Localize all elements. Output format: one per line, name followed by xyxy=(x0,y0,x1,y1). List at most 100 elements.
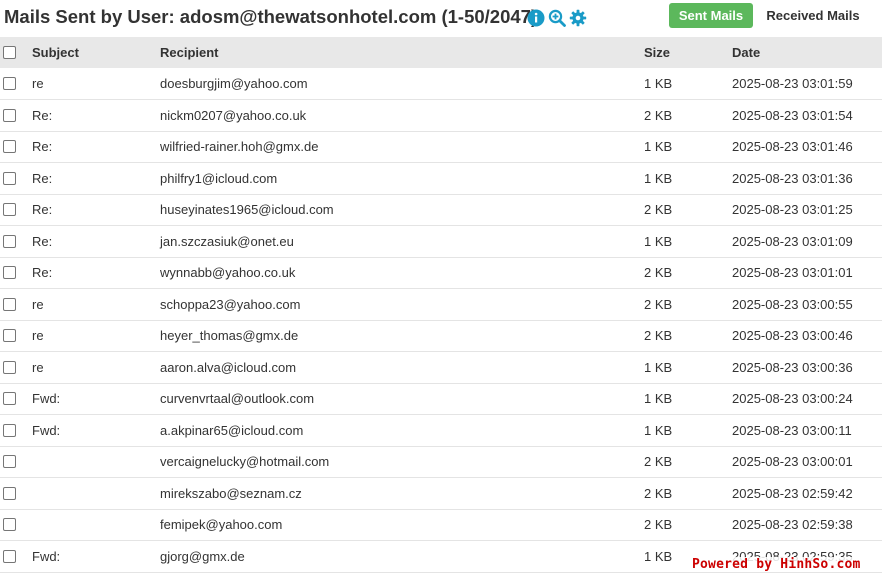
cell-date: 2025-08-23 03:00:11 xyxy=(732,422,852,438)
cell-subject: Re: xyxy=(32,202,53,218)
cell-recipient: wilfried-rainer.hoh@gmx.de xyxy=(160,139,319,155)
row-select-cell xyxy=(0,509,32,541)
cell-subject xyxy=(32,446,160,478)
column-header-subject[interactable]: Subject xyxy=(32,37,160,68)
row-checkbox[interactable] xyxy=(3,360,16,374)
cell-size: 2 KB xyxy=(644,265,673,281)
cell-recipient: femipek@yahoo.com xyxy=(160,517,283,533)
row-checkbox[interactable] xyxy=(3,455,16,469)
row-select-cell xyxy=(0,194,32,226)
cell-date: 2025-08-23 02:59:42 xyxy=(732,485,853,501)
page-header: Mails Sent by User: adosm@thewatsonhotel… xyxy=(0,0,882,36)
row-checkbox[interactable] xyxy=(3,140,16,154)
row-checkbox[interactable] xyxy=(3,518,16,532)
row-select-cell xyxy=(0,541,32,573)
cell-subject: Fwd: xyxy=(32,391,61,407)
table-row[interactable]: Re: jan.szczasiuk@onet.eu 1 KB 2025-08-23 0… xyxy=(0,226,882,258)
cell-size: 1 KB xyxy=(644,170,673,186)
cell-subject: re xyxy=(32,76,44,91)
column-header-size[interactable]: Size xyxy=(644,37,732,68)
table-row[interactable]: Re: huseyinates1965@icloud.com 2 KB 2025-08… xyxy=(0,194,882,226)
table-row[interactable]: mirekszabo@seznam.cz 2 KB 2025-08-23 02:59… xyxy=(0,478,882,510)
cell-size: 1 KB xyxy=(644,359,673,375)
cell-recipient: doesburgjim@yahoo.com xyxy=(160,76,308,91)
row-select-cell xyxy=(0,131,32,163)
table-row[interactable]: re schoppa23@yahoo.com 2 KB 2025-08-23 03:0… xyxy=(0,289,882,320)
table-row[interactable]: Re: wynnabb@yahoo.co.uk 2 KB 2025-08-23 03:… xyxy=(0,257,882,289)
cell-subject: Re: xyxy=(32,265,53,281)
row-checkbox[interactable] xyxy=(3,392,16,406)
row-select-cell xyxy=(0,383,32,415)
sent-mails-button[interactable]: Sent Mails xyxy=(669,3,753,28)
table-row[interactable]: Re: nickm0207@yahoo.co.uk 2 KB 2025-08-23 0… xyxy=(0,100,882,132)
table-row[interactable]: re heyer_thomas@gmx.de 2 KB 2025-08-23 03:0… xyxy=(0,320,882,352)
cell-subject: Re: xyxy=(32,233,53,249)
cell-subject: re xyxy=(32,359,44,375)
cell-size: 1 KB xyxy=(644,76,673,91)
select-all-cell xyxy=(0,37,32,68)
row-checkbox[interactable] xyxy=(3,423,16,437)
cell-recipient: gjorg@gmx.de xyxy=(160,548,245,564)
cell-subject: Fwd: xyxy=(32,548,61,564)
received-mails-button[interactable]: Received Mails xyxy=(757,3,869,28)
table-row[interactable]: Fwd: a.akpinar65@icloud.com 1 KB 2025-08-23… xyxy=(0,415,882,447)
cell-subject: Re: xyxy=(32,139,53,155)
cell-subject: Re: xyxy=(32,107,53,123)
cell-recipient: heyer_thomas@gmx.de xyxy=(160,328,299,344)
row-select-cell xyxy=(0,100,32,132)
cell-size: 2 KB xyxy=(644,202,673,218)
title-icons xyxy=(527,9,587,27)
cell-recipient: curvenvrtaal@outlook.com xyxy=(160,391,315,407)
cell-date: 2025-08-23 03:01:46 xyxy=(732,139,853,155)
row-checkbox[interactable] xyxy=(3,266,16,280)
column-header-recipient[interactable]: Recipient xyxy=(160,37,644,68)
cell-date: 2025-08-23 03:01:09 xyxy=(732,233,853,249)
cell-recipient: aaron.alva@icloud.com xyxy=(160,359,297,375)
table-row[interactable]: Fwd: curvenvrtaal@outlook.com 1 KB 2025-08-… xyxy=(0,383,882,415)
table-row[interactable]: vercaignelucky@hotmail.com 2 KB 2025-08-23… xyxy=(0,446,882,478)
cell-recipient: jan.szczasiuk@onet.eu xyxy=(160,233,294,249)
row-checkbox[interactable] xyxy=(3,234,16,248)
cell-recipient: philfry1@icloud.com xyxy=(160,170,278,186)
row-checkbox[interactable] xyxy=(3,549,16,563)
cell-size: 1 KB xyxy=(644,422,673,438)
row-select-cell xyxy=(0,226,32,258)
gear-icon[interactable] xyxy=(569,9,587,27)
select-all-checkbox[interactable] xyxy=(3,46,16,59)
row-checkbox[interactable] xyxy=(3,108,16,122)
row-select-cell xyxy=(0,415,32,447)
cell-size: 1 KB xyxy=(644,139,673,155)
cell-recipient: wynnabb@yahoo.co.uk xyxy=(160,265,296,281)
row-checkbox[interactable] xyxy=(3,297,16,311)
row-checkbox[interactable] xyxy=(3,486,16,500)
info-icon[interactable] xyxy=(527,9,545,27)
table-row[interactable]: Re: philfry1@icloud.com 1 KB 2025-08-23 03:… xyxy=(0,163,882,194)
mails-table: Subject Recipient Size Date re doesburgji… xyxy=(0,37,882,573)
table-row[interactable]: re doesburgjim@yahoo.com 1 KB 2025-08-23 03… xyxy=(0,68,882,100)
cell-date: 2025-08-23 03:01:25 xyxy=(732,202,853,218)
cell-recipient: a.akpinar65@icloud.com xyxy=(160,422,304,438)
table-row[interactable]: Re: wilfried-rainer.hoh@gmx.de 1 KB 2025-08… xyxy=(0,131,882,163)
zoom-in-icon[interactable] xyxy=(548,9,566,27)
row-select-cell xyxy=(0,257,32,289)
cell-recipient: huseyinates1965@icloud.com xyxy=(160,202,334,218)
cell-date: 2025-08-23 03:01:01 xyxy=(732,265,853,281)
cell-subject xyxy=(32,478,160,510)
row-checkbox[interactable] xyxy=(3,171,16,185)
row-checkbox[interactable] xyxy=(3,77,16,90)
table-row[interactable]: re aaron.alva@icloud.com 1 KB 2025-08-23 03… xyxy=(0,352,882,383)
cell-size: 1 KB xyxy=(644,391,673,407)
row-select-cell xyxy=(0,68,32,100)
table-header-row: Subject Recipient Size Date xyxy=(0,37,882,68)
cell-date: 2025-08-23 03:00:46 xyxy=(732,328,853,344)
cell-recipient: vercaignelucky@hotmail.com xyxy=(160,454,330,470)
cell-size: 1 KB xyxy=(644,233,673,249)
row-checkbox[interactable] xyxy=(3,203,16,217)
cell-size: 2 KB xyxy=(644,517,673,533)
table-row[interactable]: femipek@yahoo.com 2 KB 2025-08-23 02:59:38 xyxy=(0,509,882,541)
cell-date: 2025-08-23 03:01:36 xyxy=(732,170,853,186)
cell-size: 2 KB xyxy=(644,328,673,344)
row-checkbox[interactable] xyxy=(3,329,16,343)
table-body: re doesburgjim@yahoo.com 1 KB 2025-08-23 03… xyxy=(0,68,882,572)
column-header-date[interactable]: Date xyxy=(732,37,882,68)
